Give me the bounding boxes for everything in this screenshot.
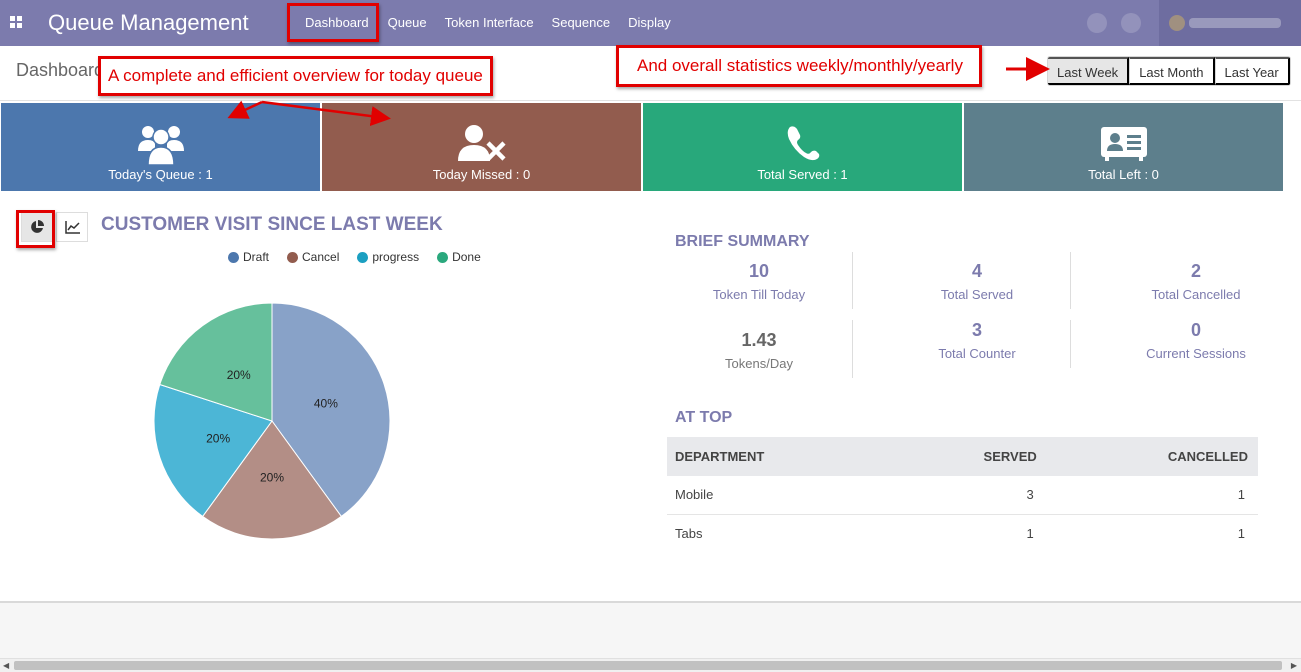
- legend-dot: [357, 251, 369, 263]
- divider: [852, 320, 853, 378]
- kpi-total-left[interactable]: Total Left : 0: [964, 103, 1283, 191]
- cell-department: Mobile: [667, 476, 894, 515]
- stat-label: Total Counter: [938, 346, 1016, 361]
- annotation-highlight-dashboard-menu: [287, 3, 379, 42]
- cell-served: 3: [893, 476, 1047, 515]
- scrollbar-thumb[interactable]: [14, 661, 1282, 670]
- kpi-label: Total Left : 0: [1088, 167, 1159, 182]
- scroll-left-icon[interactable]: ◀: [3, 661, 9, 670]
- stat-total-cancelled: 2 Total Cancelled: [1096, 261, 1296, 302]
- legend-dot: [437, 251, 449, 263]
- legend-item-progress[interactable]: progress: [357, 250, 419, 264]
- scroll-right-icon[interactable]: ▶: [1291, 661, 1297, 670]
- table-row: Mobile 3 1: [667, 476, 1258, 515]
- kpi-total-served[interactable]: Total Served : 1: [643, 103, 962, 191]
- column-header-served: SERVED: [893, 437, 1047, 476]
- stat-label: Token Till Today: [712, 287, 806, 302]
- pie-slice-label: 20%: [227, 368, 251, 382]
- stat-label: Tokens/Day: [725, 356, 793, 371]
- menu-display[interactable]: Display: [619, 0, 680, 46]
- menu-token-interface[interactable]: Token Interface: [436, 0, 543, 46]
- users-icon: [137, 126, 184, 165]
- pie-slice-label: 20%: [206, 432, 230, 446]
- line-chart-toggle-button[interactable]: [56, 212, 88, 242]
- legend-dot: [287, 251, 299, 263]
- table-header-row: DEPARTMENT SERVED CANCELLED: [667, 437, 1258, 476]
- legend-label: Draft: [243, 250, 270, 264]
- legend-label: progress: [372, 250, 420, 264]
- stat-value: 0: [1190, 320, 1201, 340]
- chart-title: CUSTOMER VISIT SINCE LAST WEEK: [101, 214, 443, 235]
- cell-cancelled: 1: [1237, 525, 1245, 541]
- divider: [1070, 320, 1071, 368]
- annotation-highlight-pie-toggle: [16, 210, 55, 248]
- cell-department: Tabs: [675, 525, 703, 541]
- divider: [852, 252, 853, 309]
- table-row: Tabs 1 1: [667, 514, 1258, 552]
- stat-tokens-per-day: 1.43 Tokens/Day: [659, 330, 859, 371]
- period-filter-group: Last Week Last Month Last Year: [1047, 56, 1291, 86]
- apps-grid-icon[interactable]: [10, 16, 22, 28]
- stat-label: Total Cancelled: [1151, 287, 1241, 302]
- kpi-todays-queue[interactable]: Today's Queue : 1: [1, 103, 320, 191]
- legend-label: Cancel: [302, 250, 340, 264]
- footer-band: [0, 603, 1301, 658]
- phone-icon: [787, 126, 819, 161]
- brief-summary-title: BRIEF SUMMARY: [675, 233, 810, 250]
- column-header-cancelled: CANCELLED: [1046, 437, 1258, 476]
- period-last-week-button[interactable]: Last Week: [1048, 57, 1130, 85]
- legend-item-draft[interactable]: Draft: [228, 250, 269, 264]
- chart-legend: Draft Cancel progress Done: [228, 250, 499, 264]
- kpi-label: Today's Queue : 1: [108, 167, 213, 182]
- user-times-icon: [457, 125, 506, 161]
- app-title: Queue Management: [48, 10, 249, 35]
- menu-sequence[interactable]: Sequence: [543, 0, 620, 46]
- period-last-month-button[interactable]: Last Month: [1129, 57, 1215, 85]
- kpi-label: Total Served : 1: [757, 167, 848, 182]
- legend-item-done[interactable]: Done: [437, 250, 481, 264]
- stat-label: Current Sessions: [1146, 346, 1246, 361]
- at-top-table: DEPARTMENT SERVED CANCELLED Mobile 3 1 T…: [667, 437, 1258, 552]
- breadcrumb: Dashboard: [16, 60, 105, 80]
- kpi-label: Today Missed : 0: [432, 167, 531, 182]
- stat-total-served: 4 Total Served: [877, 261, 1077, 302]
- pie-slice-label: 40%: [314, 396, 338, 410]
- top-navbar: Queue Management Dashboard Queue Token I…: [0, 0, 1301, 46]
- user-name-redacted: [1189, 18, 1281, 28]
- messages-icon[interactable]: [1087, 13, 1107, 33]
- cell-cancelled: 1: [1046, 476, 1258, 515]
- stat-value: 4: [971, 261, 982, 281]
- user-menu[interactable]: [1159, 0, 1301, 46]
- annotation-today-overview: A complete and efficient overview for to…: [98, 56, 493, 96]
- stat-value: 1.43: [741, 330, 777, 350]
- line-chart-icon: [65, 221, 80, 234]
- pie-slice-label: 20%: [260, 471, 284, 485]
- period-last-year-button[interactable]: Last Year: [1214, 57, 1290, 85]
- stat-label: Total Served: [940, 287, 1014, 302]
- legend-label: Done: [452, 250, 481, 264]
- column-header-department: DEPARTMENT: [667, 437, 894, 476]
- pie-chart: 40% 20% 20% 20%: [153, 302, 391, 540]
- legend-item-cancel[interactable]: Cancel: [287, 250, 339, 264]
- address-card-icon: [1100, 127, 1147, 161]
- horizontal-scrollbar[interactable]: ◀ ▶: [0, 658, 1301, 672]
- menu-queue[interactable]: Queue: [379, 0, 436, 46]
- kpi-today-missed[interactable]: Today Missed : 0: [322, 103, 641, 191]
- divider: [1070, 252, 1071, 309]
- stat-token-till-today: 10 Token Till Today: [659, 261, 859, 302]
- stat-current-sessions: 0 Current Sessions: [1096, 320, 1296, 361]
- annotation-overall-stats: And overall statistics weekly/monthly/ye…: [616, 45, 982, 87]
- at-top-title: AT TOP: [675, 409, 733, 426]
- cell-served: 1: [1026, 525, 1034, 541]
- stat-total-counter: 3 Total Counter: [877, 320, 1077, 361]
- legend-dot: [228, 251, 239, 263]
- stat-value: 3: [971, 320, 982, 340]
- app-root: Queue Management Dashboard Queue Token I…: [0, 0, 1301, 672]
- avatar: [1169, 15, 1185, 31]
- activity-icon[interactable]: [1121, 13, 1141, 33]
- stat-value: 2: [1190, 261, 1201, 281]
- stat-value: 10: [748, 261, 770, 281]
